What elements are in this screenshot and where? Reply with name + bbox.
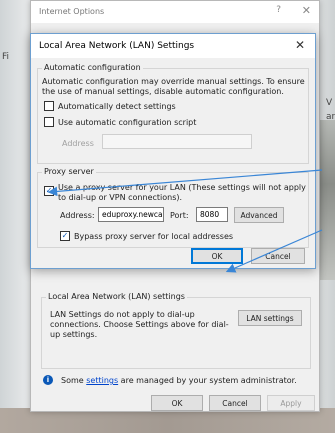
proxy-port-label: Port: [170, 211, 189, 220]
use-proxy-label: Use a proxy server for your LAN (These s… [58, 183, 306, 202]
proxy-port-input[interactable]: 8080 [196, 207, 228, 222]
lan-settings-button[interactable]: LAN settings [238, 310, 302, 326]
cancel-button[interactable]: Cancel [209, 395, 261, 411]
lan-dialog-close-icon[interactable]: ✕ [295, 38, 305, 52]
admin-notice: i Some settings are managed by your syst… [43, 375, 311, 387]
ok-button[interactable]: OK [151, 395, 203, 411]
bypass-local-label: Bypass proxy server for local addresses [74, 232, 234, 241]
advanced-button[interactable]: Advanced [234, 207, 284, 223]
background-text-right-2: ar [326, 112, 335, 122]
auto-detect-checkbox[interactable] [44, 101, 54, 111]
proxy-server-group: Proxy server ✓ Use a proxy server for yo… [37, 167, 309, 248]
info-icon: i [43, 375, 53, 385]
lan-settings-group: Local Area Network (LAN) settings LAN Se… [41, 292, 311, 369]
bypass-local-checkbox[interactable]: ✓ [60, 231, 70, 241]
use-script-label: Use automatic configuration script [58, 118, 197, 127]
close-icon[interactable]: ✕ [302, 4, 311, 17]
background-text-right-1: V [326, 98, 333, 108]
use-proxy-checkbox[interactable]: ✓ [44, 186, 54, 196]
auto-config-description: Automatic configuration may override man… [42, 77, 305, 96]
use-script-checkbox[interactable] [44, 117, 54, 127]
internet-options-title: Internet Options [39, 7, 105, 16]
proxy-address-input[interactable]: eduproxy.newca [98, 207, 164, 222]
lan-settings-legend: Local Area Network (LAN) settings [46, 292, 187, 301]
background-text-left: Fi [2, 52, 10, 62]
dialog-ok-button[interactable]: OK [191, 248, 243, 264]
admin-notice-text: Some settings are managed by your system… [61, 376, 297, 385]
proxy-server-legend: Proxy server [42, 167, 96, 176]
help-button[interactable]: ? [276, 5, 281, 15]
internet-options-titlebar: Internet Options ? ✕ [31, 1, 319, 23]
settings-link[interactable]: settings [86, 376, 118, 385]
lan-settings-dialog: Local Area Network (LAN) Settings ✕ Auto… [30, 33, 316, 269]
dialog-cancel-button[interactable]: Cancel [251, 248, 305, 264]
lan-dialog-titlebar: Local Area Network (LAN) Settings ✕ [31, 34, 315, 58]
lan-dialog-title: Local Area Network (LAN) Settings [39, 41, 195, 51]
apply-button[interactable]: Apply [267, 395, 315, 411]
auto-config-group: Automatic configuration Automatic config… [37, 63, 309, 164]
auto-detect-label: Automatically detect settings [58, 102, 176, 111]
script-address-label: Address [62, 139, 94, 148]
proxy-address-label: Address: [60, 211, 95, 220]
auto-config-legend: Automatic configuration [42, 63, 143, 72]
lan-settings-description: LAN Settings do not apply to dial-up con… [50, 310, 229, 339]
script-address-input[interactable] [102, 134, 252, 149]
